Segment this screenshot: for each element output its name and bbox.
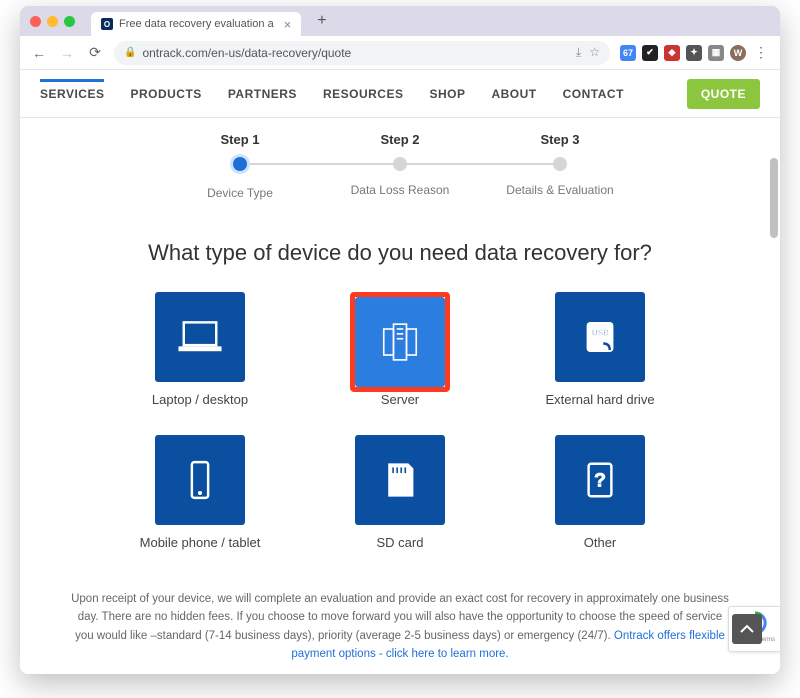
device-label: Laptop / desktop: [125, 392, 275, 407]
mobile-icon: [155, 435, 245, 525]
svg-text:USB: USB: [592, 328, 609, 337]
step-title: Step 1: [160, 132, 320, 147]
url-text: ontrack.com/en-us/data-recovery/quote: [142, 46, 351, 60]
stepper: Step 1 Device Type Step 2 Data Loss Reas…: [160, 132, 640, 200]
maximize-window-icon[interactable]: [64, 16, 75, 27]
nav-contact[interactable]: CONTACT: [563, 81, 624, 107]
server-icon: [355, 297, 445, 387]
step-dot-icon: [230, 154, 250, 174]
device-label: External hard drive: [525, 392, 675, 407]
step-title: Step 3: [480, 132, 640, 147]
titlebar: O Free data recovery evaluation a × +: [20, 6, 780, 36]
page-content: Step 1 Device Type Step 2 Data Loss Reas…: [20, 118, 780, 674]
nav-products[interactable]: PRODUCTS: [130, 81, 201, 107]
reload-button[interactable]: ⟳: [86, 44, 104, 61]
extension-icon[interactable]: ◆: [664, 45, 680, 61]
nav-shop[interactable]: SHOP: [429, 81, 465, 107]
device-label: Mobile phone / tablet: [125, 535, 275, 550]
device-label: Other: [525, 535, 675, 550]
nav-about[interactable]: ABOUT: [491, 81, 536, 107]
device-card-other[interactable]: ? Other: [525, 435, 675, 550]
nav-partners[interactable]: PARTNERS: [228, 81, 297, 107]
device-card-mobile[interactable]: Mobile phone / tablet: [125, 435, 275, 550]
profile-avatar[interactable]: W: [730, 45, 746, 61]
step-title: Step 2: [320, 132, 480, 147]
extension-icon[interactable]: ✔: [642, 45, 658, 61]
nav-services[interactable]: SERVICES: [40, 79, 104, 107]
back-button[interactable]: ←: [30, 45, 48, 61]
device-card-sd-card[interactable]: SD card: [325, 435, 475, 550]
install-icon[interactable]: ⤓: [576, 45, 581, 60]
laptop-icon: [155, 292, 245, 382]
extension-icon[interactable]: ▦: [708, 45, 724, 61]
tab-close-icon[interactable]: ×: [284, 17, 292, 32]
star-icon[interactable]: ☆: [589, 45, 600, 60]
lock-icon: 🔒: [124, 47, 136, 58]
minimize-window-icon[interactable]: [47, 16, 58, 27]
back-to-top-button[interactable]: [732, 614, 762, 644]
question-icon: ?: [555, 435, 645, 525]
browser-toolbar: ← → ⟳ 🔒 ontrack.com/en-us/data-recovery/…: [20, 36, 780, 70]
sd-card-icon: [355, 435, 445, 525]
scrollbar[interactable]: [770, 158, 778, 238]
step-label: Device Type: [160, 186, 320, 200]
browser-window: O Free data recovery evaluation a × + ← …: [20, 6, 780, 674]
external-drive-icon: USB: [555, 292, 645, 382]
step-connector: [400, 163, 558, 165]
question-heading: What type of device do you need data rec…: [60, 240, 740, 266]
extensions: 67 ✔ ◆ ✦ ▦ W ⋮: [620, 44, 770, 61]
extension-icon[interactable]: 67: [620, 45, 636, 61]
device-grid: Laptop / desktop Server: [60, 292, 740, 550]
favicon-icon: O: [101, 18, 113, 30]
device-label: Server: [325, 392, 475, 407]
device-label: SD card: [325, 535, 475, 550]
tab-title: Free data recovery evaluation a: [119, 18, 274, 30]
nav-resources[interactable]: RESOURCES: [323, 81, 404, 107]
step-2[interactable]: Step 2 Data Loss Reason: [320, 132, 480, 200]
svg-text:?: ?: [594, 470, 606, 492]
address-bar[interactable]: 🔒 ontrack.com/en-us/data-recovery/quote …: [114, 41, 610, 65]
forward-button[interactable]: →: [58, 45, 76, 61]
new-tab-button[interactable]: +: [317, 12, 326, 30]
extensions-menu-icon[interactable]: ✦: [686, 45, 702, 61]
step-1[interactable]: Step 1 Device Type: [160, 132, 320, 200]
menu-icon[interactable]: ⋮: [752, 44, 770, 61]
addr-actions: ⤓ ☆: [576, 45, 600, 60]
step-connector: [242, 163, 400, 165]
browser-tab[interactable]: O Free data recovery evaluation a ×: [91, 12, 301, 36]
step-label: Data Loss Reason: [320, 183, 480, 197]
site-nav: SERVICES PRODUCTS PARTNERS RESOURCES SHO…: [20, 70, 780, 118]
step-dot-icon: [553, 157, 567, 171]
chevron-up-icon: [739, 621, 755, 637]
step-3[interactable]: Step 3 Details & Evaluation: [480, 132, 640, 200]
close-window-icon[interactable]: [30, 16, 41, 27]
fineprint: Upon receipt of your device, we will com…: [60, 590, 740, 664]
quote-button[interactable]: QUOTE: [687, 79, 760, 109]
device-card-server[interactable]: Server: [325, 292, 475, 407]
step-label: Details & Evaluation: [480, 183, 640, 197]
device-card-external-drive[interactable]: USB External hard drive: [525, 292, 675, 407]
step-dot-icon: [393, 157, 407, 171]
device-card-laptop[interactable]: Laptop / desktop: [125, 292, 275, 407]
